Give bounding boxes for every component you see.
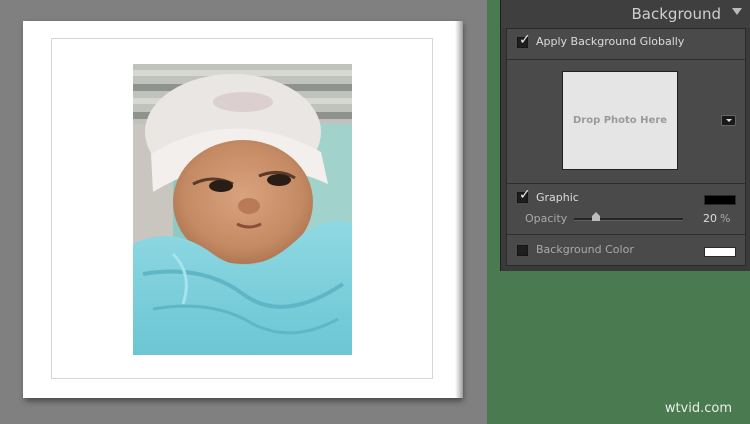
layout-canvas [0,0,487,424]
background-color-swatch[interactable] [704,247,736,257]
opacity-label: Opacity [525,212,568,225]
opacity-unit: % [720,212,731,225]
watermark: wtvid.com [664,401,732,416]
graphic-checkbox[interactable]: ✓ [517,188,531,203]
drop-zone-menu-button[interactable] [721,115,736,126]
opacity-value[interactable]: 20 [703,212,717,225]
apply-globally-label: Apply Background Globally [536,35,685,48]
collapse-triangle-icon[interactable] [732,8,742,15]
opacity-slider-thumb[interactable] [591,212,600,221]
apply-globally-checkbox[interactable]: ✓ [517,33,531,48]
background-color-row[interactable]: Background Color [507,235,745,265]
background-color-label: Background Color [536,243,634,256]
book-page[interactable] [23,21,463,398]
apply-globally-row[interactable]: ✓ Apply Background Globally [507,29,745,59]
panel-title: Background [631,5,722,23]
drop-photo-text: Drop Photo Here [572,115,668,126]
page-edge [455,21,463,398]
checkmark-icon: ✓ [519,32,531,48]
checkmark-icon: ✓ [519,187,531,203]
graphic-color-swatch[interactable] [704,195,736,205]
panel-body: ✓ Apply Background Globally Drop Photo H… [506,28,746,266]
baby-photo-image [133,64,352,355]
opacity-slider-track[interactable] [574,218,683,221]
background-color-checkbox[interactable] [517,245,528,256]
drop-photo-zone[interactable]: Drop Photo Here [562,71,678,170]
divider [507,59,745,60]
page-photo[interactable] [133,64,352,355]
divider [507,183,745,184]
graphic-row[interactable]: ✓ Graphic [507,187,745,207]
panel-header[interactable]: Background [501,0,750,28]
background-panel: Background ✓ Apply Background Globally D… [500,0,750,271]
graphic-label: Graphic [536,191,579,204]
